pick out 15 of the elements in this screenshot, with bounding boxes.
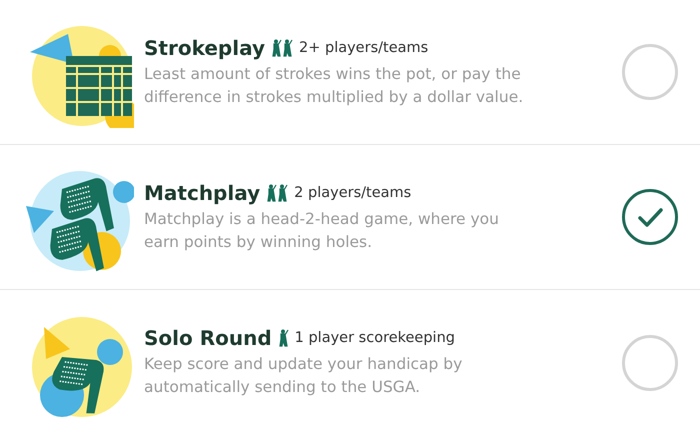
radio-button[interactable] xyxy=(620,42,680,102)
player-count: 2 players/teams xyxy=(294,184,412,200)
game-description: Keep score and update your handicap by automatically sending to the USGA. xyxy=(144,354,464,398)
golfer-icon xyxy=(266,184,288,202)
player-count: 2+ players/teams xyxy=(299,40,428,56)
golfer-icon xyxy=(278,329,289,347)
golfer-icon xyxy=(271,38,293,56)
game-title: Matchplay xyxy=(144,180,260,204)
checked-radio-button[interactable] xyxy=(620,187,680,247)
game-title: Strokeplay xyxy=(144,36,265,60)
radio-button[interactable] xyxy=(620,332,680,392)
player-count: 1 player scorekeeping xyxy=(294,330,455,346)
game-title: Solo Round xyxy=(144,326,272,350)
game-description: Least amount of strokes wins the pot, or pay the difference in strokes multiplied by a dollar value. xyxy=(144,64,524,108)
game-description: Matchplay is a head-2-head game, where you earn points by winning holes. xyxy=(144,208,500,252)
